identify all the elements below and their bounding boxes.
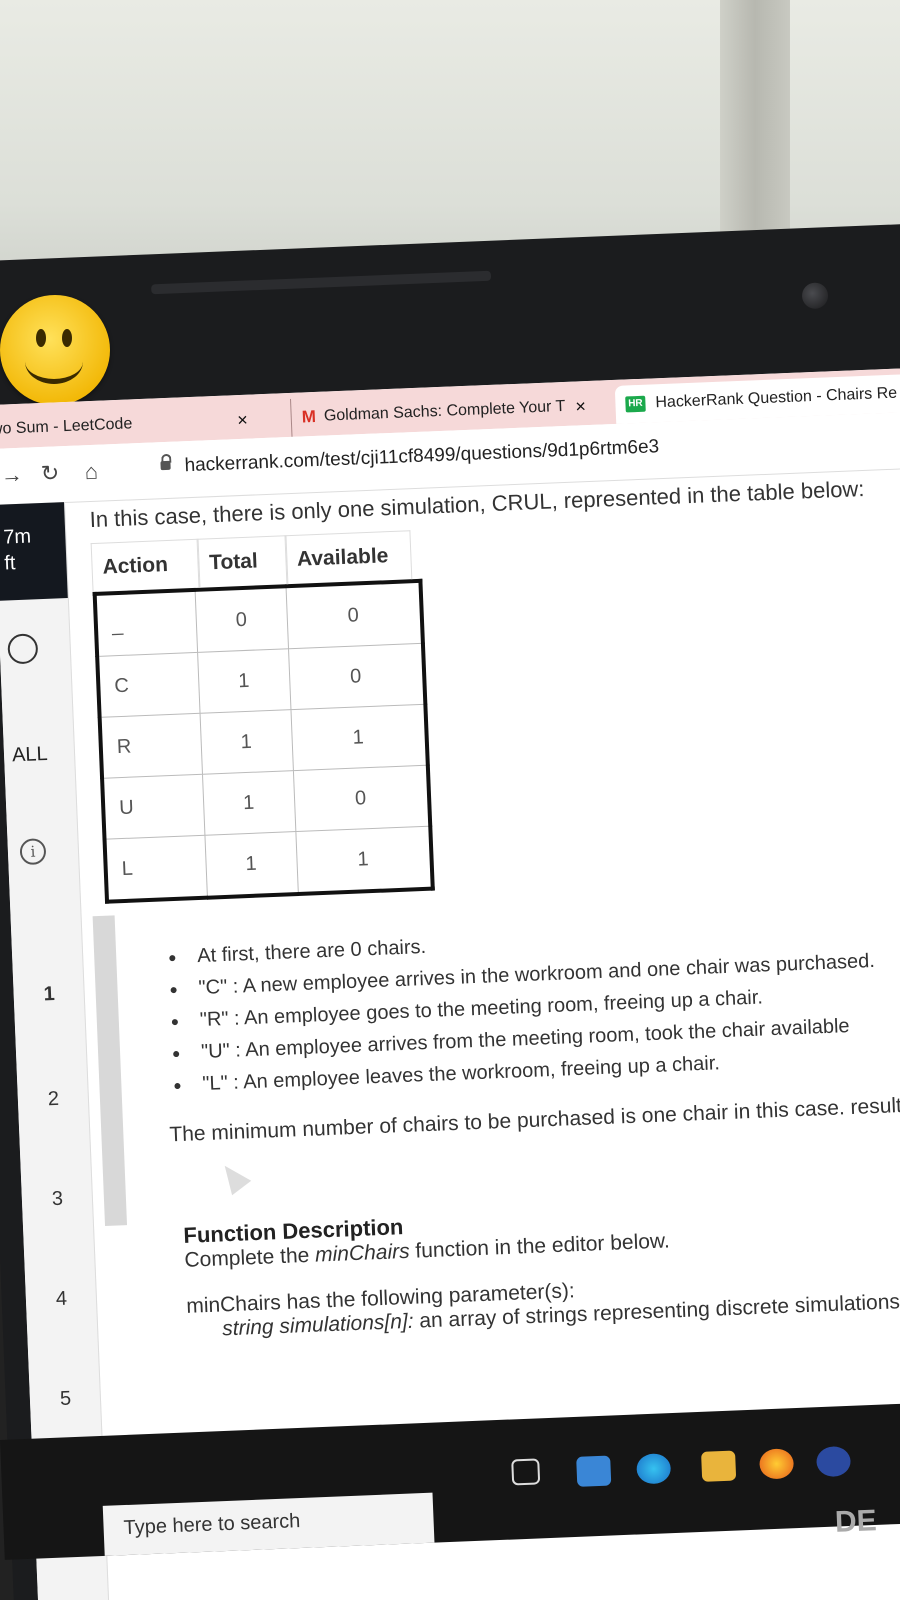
header-available: Available [284,530,413,585]
close-icon[interactable]: × [237,409,248,430]
app-icon[interactable] [815,1445,852,1478]
result-text: The minimum number of chairs to be purch… [168,1093,900,1147]
problem-content: In this case, there is only one simulati… [89,473,900,1346]
header-total: Total [197,535,287,588]
question-number-4[interactable]: 4 [55,1288,67,1311]
simulation-table: _ 0 0 C 1 0 R 1 1 U 1 0 L 1 1 [92,578,435,904]
tab-label: HackerRank Question - Chairs Re [655,384,898,412]
cell-total: 0 [194,586,289,653]
url-field[interactable]: hackerrank.com/test/cji11cf8499/question… [184,436,659,477]
cell-action: R [99,713,202,779]
tab-label: Goldman Sachs: Complete Your T [323,397,566,425]
question-number-3[interactable]: 3 [51,1188,63,1211]
brand-logo: DE [834,1504,878,1539]
timer-label: ft [3,552,16,575]
cell-action: C [97,652,200,718]
reload-icon[interactable]: ↻ [40,460,59,487]
cell-total: 1 [197,648,291,714]
lock-icon [160,460,171,471]
edge-browser-icon[interactable] [636,1453,672,1485]
cell-action: _ [94,589,198,657]
close-icon[interactable]: × [575,396,586,417]
function-desc-prefix: Complete the [184,1243,316,1272]
timer-panel: 7m ft [0,502,68,601]
home-icon[interactable]: ⌂ [84,459,98,486]
sidebar-all-button[interactable]: ALL [12,743,48,767]
cell-available: 0 [292,765,430,832]
cell-available: 0 [285,580,423,649]
mail-icon[interactable] [576,1455,612,1487]
cell-total: 1 [199,709,293,775]
question-number-5[interactable]: 5 [60,1388,72,1411]
table-row: L 1 1 [104,826,433,902]
bezel-slot [151,270,492,295]
flag-icon[interactable] [7,633,39,665]
photo-scene: wo Sum - LeetCode × M Goldman Sachs: Com… [0,0,900,1600]
task-view-icon[interactable] [511,1458,541,1486]
gmail-icon: M [301,406,317,427]
tab-label: wo Sum - LeetCode [0,415,133,438]
question-number-2[interactable]: 2 [47,1088,59,1111]
cell-available: 1 [290,704,428,771]
file-explorer-icon[interactable] [701,1450,737,1482]
cell-available: 1 [295,826,433,895]
cell-action: U [102,774,205,840]
explanation-list: At first, there are 0 chairs. "C" : A ne… [107,909,900,1103]
question-number-1[interactable]: 1 [43,983,55,1006]
cell-action: L [104,835,207,902]
firefox-icon[interactable] [758,1448,795,1480]
cell-available: 0 [288,643,425,710]
info-icon[interactable]: i [19,838,47,866]
function-name: minChairs [314,1239,411,1267]
webcam-icon [801,282,829,310]
cell-total: 1 [204,831,298,898]
header-action: Action [90,538,200,593]
mouse-cursor-icon [215,1158,252,1196]
hackerrank-icon: HR [625,395,646,413]
timer-value: 7m [2,525,32,549]
forward-arrow-icon[interactable]: → [0,462,23,489]
cell-total: 1 [201,770,296,836]
smiley-sticker-icon [0,295,110,405]
